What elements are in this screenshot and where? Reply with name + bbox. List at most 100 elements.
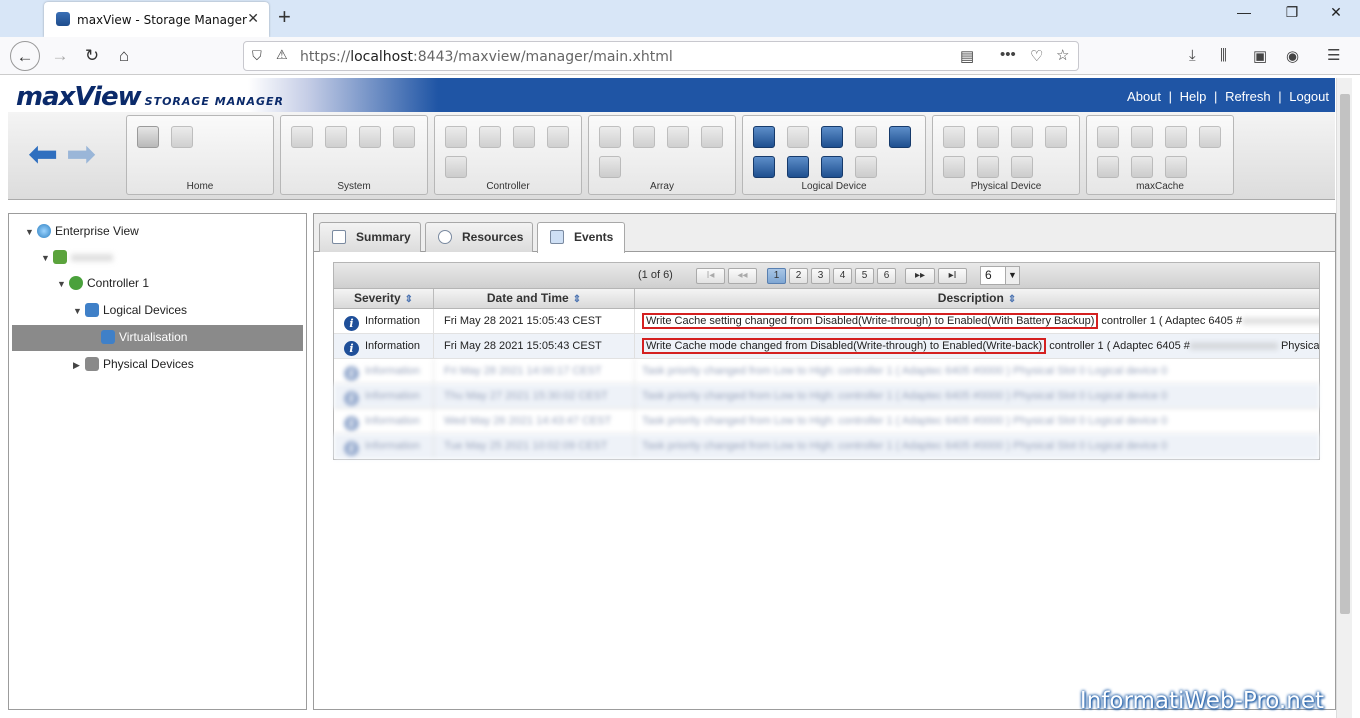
prev-page-button[interactable]: ◂◂ — [728, 268, 757, 284]
physical-device-globe-icon[interactable] — [1045, 126, 1067, 148]
pocket-icon[interactable]: ♡ — [1030, 47, 1043, 65]
tree-node-virtualisation[interactable]: Virtualisation — [101, 327, 187, 347]
forward-arrow-icon[interactable]: ➡ — [66, 134, 96, 174]
more-actions-icon[interactable]: ••• — [1000, 46, 1016, 63]
logical-device-clock-icon[interactable] — [855, 156, 877, 178]
maxcache-clock-icon[interactable] — [1165, 156, 1187, 178]
page-button-5[interactable]: 5 — [855, 268, 874, 284]
system-settings-icon[interactable] — [291, 126, 313, 148]
close-tab-icon[interactable]: ✕ — [247, 10, 259, 27]
logical-device-settings-icon[interactable] — [753, 126, 775, 148]
column-header-description[interactable]: Description ⇕ — [635, 289, 1319, 308]
about-link[interactable]: About — [1127, 89, 1161, 104]
tab-resources[interactable]: Resources — [425, 222, 533, 252]
add-system-icon[interactable] — [137, 126, 159, 148]
forward-button[interactable]: → — [45, 41, 75, 71]
table-row[interactable]: i Information Fri May 28 2021 15:05:43 CE… — [334, 334, 1319, 359]
maxcache-globe-icon[interactable] — [1199, 126, 1221, 148]
table-row[interactable]: i Information Fri May 28 2021 14:00:17 CE… — [334, 359, 1319, 384]
maxcache-settings-icon[interactable] — [1097, 126, 1119, 148]
back-arrow-icon[interactable]: ⬅ — [28, 134, 58, 174]
new-tab-button[interactable]: + — [278, 4, 291, 30]
maxcache-add-icon[interactable] — [1131, 126, 1153, 148]
logical-device-link-icon[interactable] — [855, 126, 877, 148]
url-text[interactable]: https://localhost:8443/maxview/manager/m… — [300, 49, 673, 65]
menu-icon[interactable]: ☰ — [1327, 46, 1340, 64]
array-search-icon[interactable] — [701, 126, 723, 148]
array-delete-icon[interactable] — [633, 126, 655, 148]
table-row[interactable]: i Information Wed May 26 2021 14:43:47 CE… — [334, 409, 1319, 434]
page-button-1[interactable]: 1 — [767, 268, 786, 284]
column-header-severity[interactable]: Severity ⇕ — [334, 289, 434, 308]
logical-device-edit-icon[interactable] — [787, 156, 809, 178]
help-link[interactable]: Help — [1180, 89, 1207, 104]
page-size-select[interactable]: 6 ▼ — [980, 266, 1020, 285]
table-row[interactable]: i Information Tue May 25 2021 10:02:09 CE… — [334, 434, 1319, 459]
gear-icon[interactable] — [359, 126, 381, 148]
tab-events[interactable]: Events — [537, 222, 625, 253]
physical-device-remove-icon[interactable] — [1011, 156, 1033, 178]
maximize-button[interactable]: ❐ — [1272, 4, 1312, 21]
expanded-icon[interactable]: ▼ — [73, 301, 85, 321]
page-button-2[interactable]: 2 — [789, 268, 808, 284]
physical-device-power-icon[interactable] — [1011, 126, 1033, 148]
table-row[interactable]: i Information Fri May 28 2021 15:05:43 CE… — [334, 309, 1319, 334]
home-icon[interactable]: ⌂ — [109, 41, 139, 71]
tree-node-controller-1[interactable]: ▼ Controller 1 — [57, 273, 149, 293]
physical-device-delete-icon[interactable] — [977, 126, 999, 148]
page-button-3[interactable]: 3 — [811, 268, 830, 284]
close-window-button[interactable]: ✕ — [1316, 4, 1356, 21]
system-delete-icon[interactable] — [325, 126, 347, 148]
controller-settings-icon[interactable] — [445, 126, 467, 148]
scrollbar-thumb[interactable] — [1340, 94, 1350, 614]
table-row[interactable]: i Information Thu May 27 2021 15:30:02 CE… — [334, 384, 1319, 409]
column-header-date[interactable]: Date and Time ⇕ — [434, 289, 635, 308]
url-bar[interactable]: ⛉ ⚠ https://localhost:8443/maxview/manag… — [243, 41, 1079, 71]
browser-tab[interactable]: maxView - Storage Manager ✕ — [44, 2, 269, 37]
reader-view-icon[interactable]: ▤ — [960, 47, 974, 65]
sidebar-icon[interactable]: ▣ — [1253, 47, 1267, 65]
collapsed-icon[interactable]: ▶ — [73, 355, 85, 375]
account-icon[interactable]: ◉ — [1286, 47, 1299, 65]
expanded-icon[interactable]: ▼ — [25, 222, 37, 242]
array-edit-icon[interactable] — [667, 126, 689, 148]
expanded-icon[interactable]: ▼ — [41, 248, 53, 268]
sort-icon[interactable]: ⇕ — [405, 294, 413, 305]
back-button[interactable]: ← — [10, 41, 40, 71]
physical-device-flash-icon[interactable] — [977, 156, 999, 178]
physical-device-settings-icon[interactable] — [943, 126, 965, 148]
page-button-4[interactable]: 4 — [833, 268, 852, 284]
controller-delete-icon[interactable] — [479, 126, 501, 148]
refresh-link[interactable]: Refresh — [1225, 89, 1271, 104]
system-edit-icon[interactable] — [393, 126, 415, 148]
maxcache-delete-icon[interactable] — [1131, 156, 1153, 178]
first-page-button[interactable]: I◂ — [696, 268, 725, 284]
controller-clock-icon[interactable] — [547, 126, 569, 148]
tree-node-enterprise-view[interactable]: ▼ Enterprise View — [25, 221, 139, 241]
bookmark-star-icon[interactable]: ☆ — [1056, 46, 1069, 64]
logical-device-delete-icon[interactable] — [821, 156, 843, 178]
logical-device-search-icon[interactable] — [753, 156, 775, 178]
tree-node-logical-devices[interactable]: ▼ Logical Devices — [73, 300, 187, 320]
tree-node-server[interactable]: ▼ xxxxxxx — [41, 247, 113, 267]
controller-search-icon[interactable] — [513, 126, 535, 148]
last-page-button[interactable]: ▸I — [938, 268, 967, 284]
next-page-button[interactable]: ▸▸ — [905, 268, 935, 284]
lock-warning-icon[interactable]: ⚠ — [276, 47, 288, 63]
sort-icon[interactable]: ⇕ — [1008, 294, 1016, 305]
tree-node-physical-devices[interactable]: ▶ Physical Devices — [73, 354, 194, 374]
minimize-button[interactable]: — — [1224, 4, 1264, 20]
library-icon[interactable]: ⫼ — [1220, 47, 1227, 64]
page-button-6[interactable]: 6 — [877, 268, 896, 284]
maxcache-disable-icon[interactable] — [1165, 126, 1187, 148]
physical-device-search-icon[interactable] — [943, 156, 965, 178]
tab-summary[interactable]: Summary — [319, 222, 421, 252]
controller-lock-icon[interactable] — [445, 156, 467, 178]
logical-device-expand-icon[interactable] — [821, 126, 843, 148]
logout-link[interactable]: Logout — [1289, 89, 1329, 104]
maxcache-search-icon[interactable] — [1097, 156, 1119, 178]
reload-button[interactable]: ↻ — [77, 41, 107, 71]
expanded-icon[interactable]: ▼ — [57, 274, 69, 294]
page-scrollbar[interactable] — [1336, 78, 1352, 718]
logical-device-globe-icon[interactable] — [889, 126, 911, 148]
